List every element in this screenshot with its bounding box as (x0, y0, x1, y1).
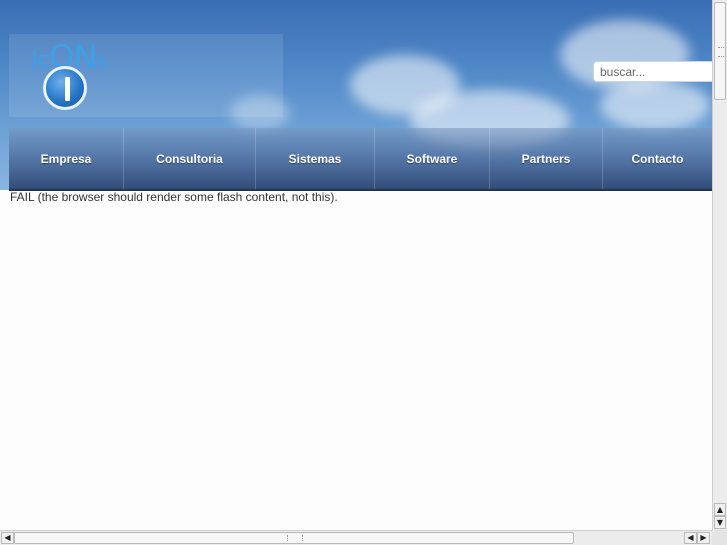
vertical-scrollbar[interactable]: ▲ ▼ (712, 0, 727, 530)
scrollbar-corner (712, 530, 727, 545)
horizontal-scroll-thumb[interactable] (14, 532, 574, 544)
scroll-right-icon[interactable]: ▶ (697, 532, 710, 544)
nav-item-partners[interactable]: Partners (490, 128, 603, 189)
main-nav: Empresa Consultoria Sistemas Software Pa… (9, 128, 712, 191)
horizontal-scrollbar[interactable]: ◀ ◀ ▶ (0, 530, 712, 545)
scroll-up-icon[interactable]: ▲ (714, 503, 726, 516)
nav-item-consultoria[interactable]: Consultoria (124, 128, 256, 189)
nav-item-empresa[interactable]: Empresa (9, 128, 124, 189)
search-input[interactable] (593, 61, 712, 82)
flash-fallback-message: FAIL (the browser should render some fla… (10, 190, 338, 204)
nav-item-sistemas[interactable]: Sistemas (256, 128, 375, 189)
nav-item-contacto[interactable]: Contacto (603, 128, 712, 189)
scroll-down-icon[interactable]: ▼ (714, 516, 726, 529)
page-viewport: IcONs Empresa Consultoria Sistemas Softw… (0, 0, 712, 530)
scroll-left-icon[interactable]: ◀ (1, 532, 14, 544)
vertical-scroll-thumb[interactable] (714, 2, 726, 100)
logo-letters-s: s (96, 49, 106, 73)
scroll-left-icon-secondary[interactable]: ◀ (684, 532, 697, 544)
nav-item-software[interactable]: Software (375, 128, 490, 189)
logo-letters-ic: Ic (31, 46, 50, 74)
logo-bar-icon (65, 77, 70, 101)
logo-icon[interactable] (43, 66, 87, 110)
